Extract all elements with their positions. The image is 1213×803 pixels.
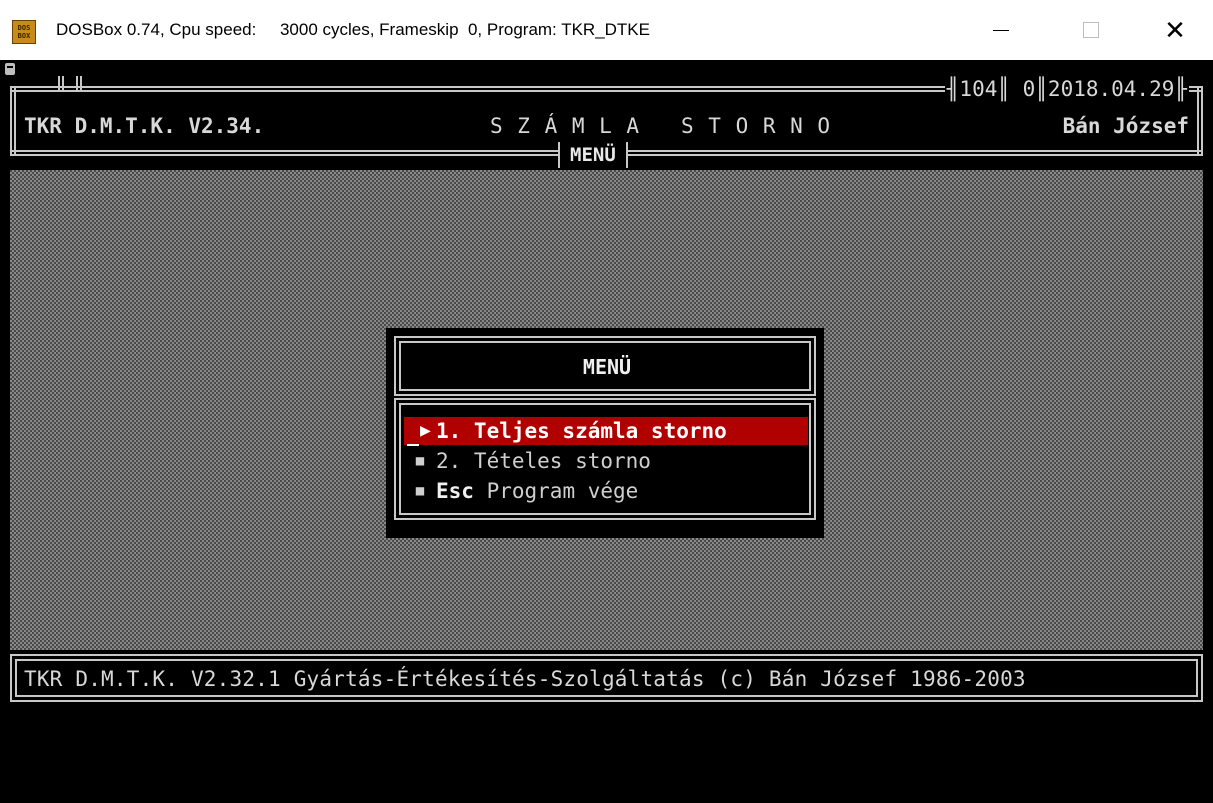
window-title-bar[interactable]: DOS BOX DOSBox 0.74, Cpu speed: 3000 cyc… <box>0 0 1213 60</box>
minimize-icon <box>993 29 1009 31</box>
close-button[interactable]: ✕ <box>1140 0 1210 60</box>
menu-item-exit-program[interactable]: ■ Esc Program vége <box>404 477 806 505</box>
maximize-button[interactable] <box>1056 0 1126 60</box>
header-app-version: TKR D.M.T.K. V2.34. <box>24 114 265 138</box>
header-right-border <box>1197 86 1203 156</box>
header-tick-mark <box>76 76 82 92</box>
selection-pointer-icon: ▶ <box>404 417 436 446</box>
menu-dialog-title: MENÜ <box>582 355 632 379</box>
footer-panel: TKR D.M.T.K. V2.32.1 Gyártás-Értékesítés… <box>10 654 1203 702</box>
app-icon-text-bottom: BOX <box>17 32 31 40</box>
menu-item-label: 1. Teljes számla storno <box>436 419 727 443</box>
menu-item-label: 2. Tételes storno <box>436 449 651 473</box>
header-tick-mark <box>58 76 64 92</box>
system-menu-icon <box>5 63 15 75</box>
menu-item-label: Program vége <box>473 479 639 503</box>
esc-key-label: Esc <box>436 479 474 503</box>
header-status-counters: ╢104║ 0║2018.04.29╟ <box>944 77 1189 101</box>
bullet-icon: ■ <box>415 453 425 469</box>
close-icon: ✕ <box>1164 15 1186 45</box>
header-menu-tab: MENÜ <box>558 142 628 168</box>
menu-item-itemized-storno[interactable]: ■ 2. Tételes storno <box>404 447 806 475</box>
header-panel: ╢104║ 0║2018.04.29╟ TKR D.M.T.K. V2.34. … <box>10 76 1203 168</box>
app-icon-text-top: DOS <box>17 24 31 32</box>
footer-copyright: TKR D.M.T.K. V2.32.1 Gyártás-Értékesítés… <box>24 667 1026 691</box>
menu-dialog: MENÜ ▶ 1. Teljes számla storno ■ 2. Téte… <box>386 328 824 538</box>
dos-screen[interactable]: ╢104║ 0║2018.04.29╟ TKR D.M.T.K. V2.34. … <box>0 60 1213 803</box>
dosbox-app-icon[interactable]: DOS BOX <box>12 20 36 44</box>
menu-item-full-invoice-storno[interactable]: ▶ 1. Teljes számla storno <box>404 417 808 446</box>
window-title: DOSBox 0.74, Cpu speed: 3000 cycles, Fra… <box>56 20 650 39</box>
header-user-name: Bán József <box>1062 114 1189 138</box>
bullet-icon: ■ <box>415 483 425 499</box>
minimize-button[interactable] <box>966 0 1036 60</box>
maximize-icon <box>1083 22 1099 38</box>
header-screen-title: S Z Á M L A S T O R N O <box>490 114 832 138</box>
header-left-border <box>10 86 16 156</box>
menu-dialog-header: MENÜ <box>394 336 816 396</box>
menu-dialog-body: ▶ 1. Teljes számla storno ■ 2. Tételes s… <box>394 398 816 520</box>
